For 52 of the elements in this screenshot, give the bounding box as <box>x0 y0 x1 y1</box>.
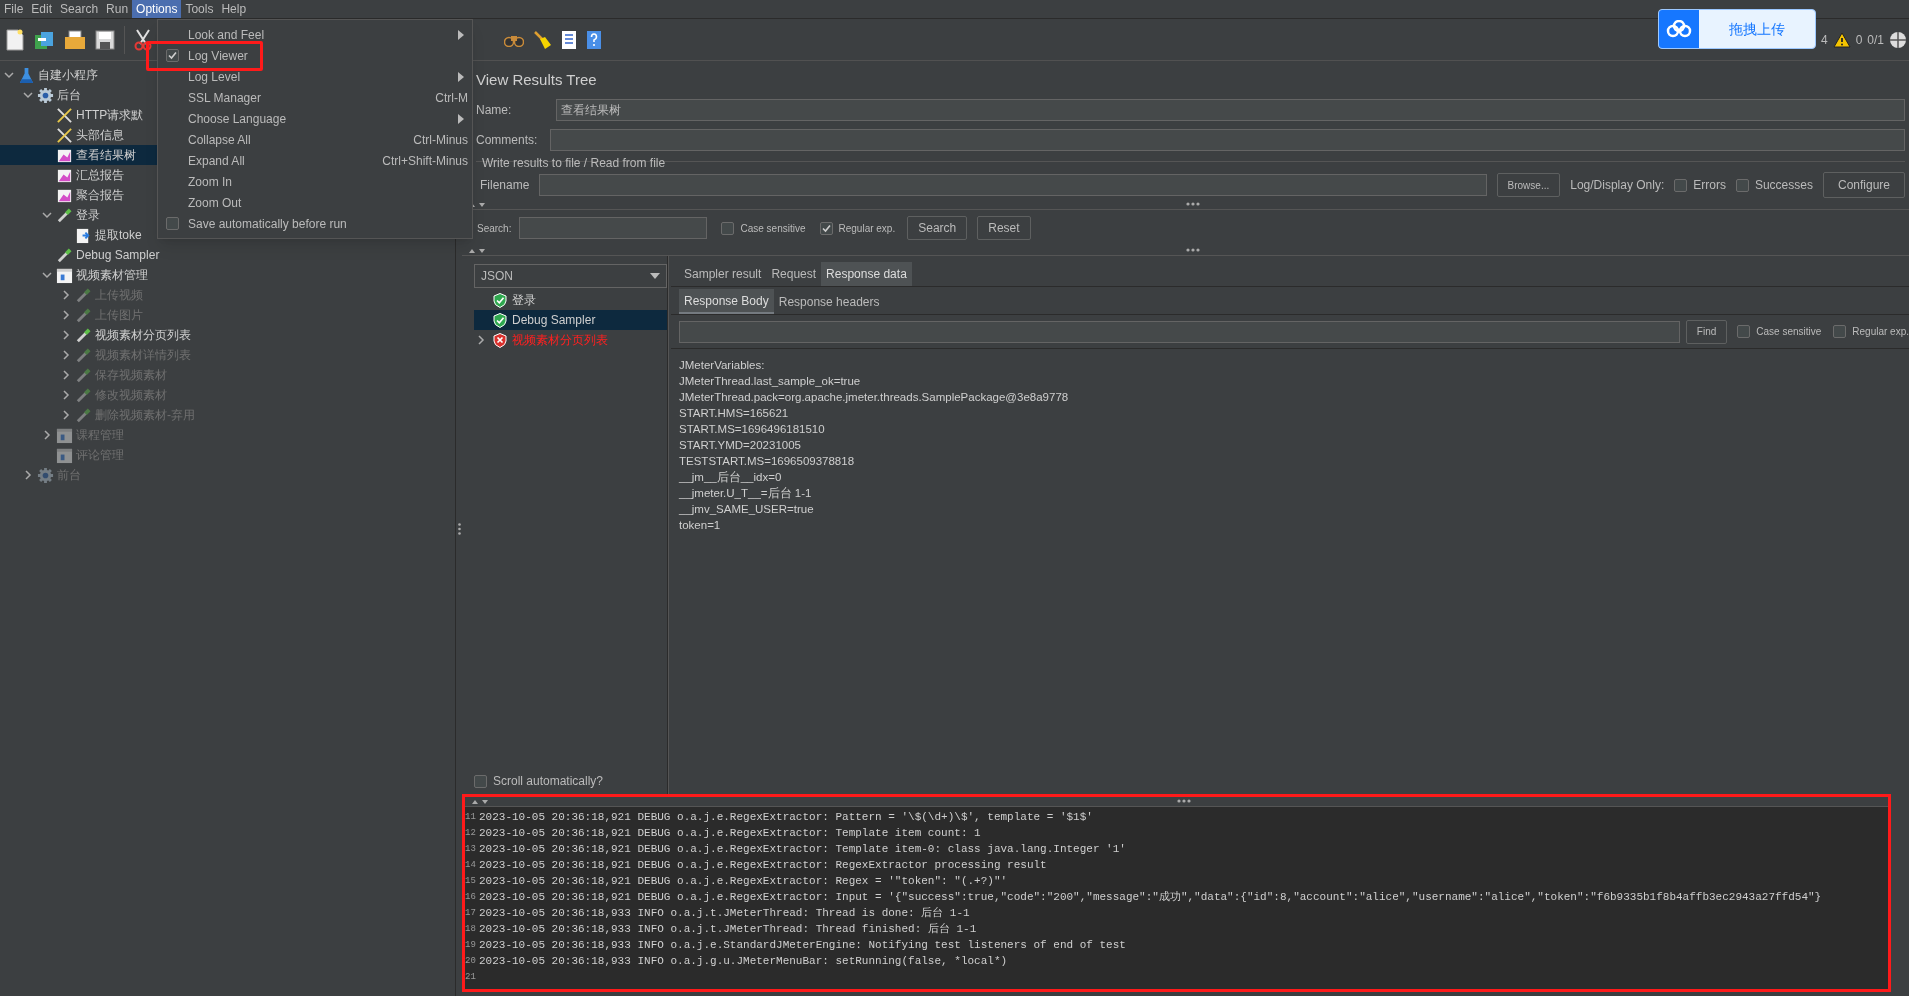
checkbox-label: Case sensitive <box>1756 325 1822 339</box>
response-line: TESTSTART.MS=1696509378818 <box>679 454 856 469</box>
thread-count: 0/1 <box>1867 31 1884 49</box>
shortcut-label: Ctrl-M <box>435 89 468 107</box>
line-number: 15 <box>465 875 477 888</box>
line-number: 20 <box>465 955 477 968</box>
field-label: Comments: <box>476 132 539 149</box>
response-line: START.YMD=20231005 <box>679 438 802 453</box>
field-label: Name: <box>476 102 513 119</box>
field-label: Filename <box>480 177 530 194</box>
response-line: JMeterThread.last_sample_ok=true <box>679 374 862 389</box>
response-line: START.HMS=165621 <box>679 406 790 421</box>
field-label: Log/Display Only: <box>1570 177 1665 194</box>
shortcut-label: Ctrl-Minus <box>413 131 468 149</box>
response-line: token=1 <box>679 518 722 533</box>
log-line: 2023-10-05 20:36:18,933 INFO o.a.j.t.JMeterThread: Thread is done: 后台 1-1 <box>479 906 970 921</box>
panel-title: View Results Tree <box>476 69 598 90</box>
response-line: START.MS=1696496181510 <box>679 422 826 437</box>
log-line: 2023-10-05 20:36:18,921 DEBUG o.a.j.e.RegexExtractor: Template item-0: class java.lang.Integer '1' <box>479 842 1126 857</box>
checkbox-label: Successes <box>1754 177 1813 194</box>
field-label: Search: <box>477 221 512 236</box>
response-line: __jm__后台__idx=0 <box>679 470 783 485</box>
line-number: 16 <box>465 891 477 904</box>
log-line: 2023-10-05 20:36:18,921 DEBUG o.a.j.e.RegexExtractor: Template item count: 1 <box>479 826 981 841</box>
log-line: 2023-10-05 20:36:18,921 DEBUG o.a.j.e.RegexExtractor: Regex = '"token": "(.+?)"' <box>479 874 1008 889</box>
response-line: __jmv_SAME_USER=true <box>679 502 815 517</box>
log-line: 2023-10-05 20:36:18,921 DEBUG o.a.j.e.RegexExtractor: RegexExtractor processing result <box>479 858 1047 873</box>
line-number: 17 <box>465 907 477 920</box>
line-number: 21 <box>465 971 477 984</box>
response-line: JMeterVariables: <box>679 358 766 373</box>
line-number: 13 <box>465 843 477 856</box>
shortcut-label: Ctrl+Shift-Minus <box>382 152 468 170</box>
log-line: 2023-10-05 20:36:18,933 INFO o.a.j.t.JMeterThread: Thread finished: 后台 1-1 <box>479 922 977 937</box>
line-number: 11 <box>465 811 477 824</box>
checkbox-label: Errors <box>1693 177 1726 194</box>
response-line: JMeterThread.pack=org.apache.jmeter.threads.SamplePackage@3e8a9778 <box>679 390 1070 405</box>
line-number: 14 <box>465 859 477 872</box>
line-number: 12 <box>465 827 477 840</box>
warning-count: 0 <box>1855 31 1863 49</box>
section-title: Write results to file / Read from file <box>481 155 667 170</box>
response-line: __jmeter.U_T__=后台 1-1 <box>679 486 813 501</box>
log-line: 2023-10-05 20:36:18,921 DEBUG o.a.j.e.RegexExtractor: Pattern = '\$(\d+)\$', template = '$1$' <box>479 810 1093 825</box>
checkbox-label: Regular exp. <box>838 221 896 236</box>
error-count: 4 <box>1820 31 1828 49</box>
checkbox-label: Case sensitive <box>740 221 806 236</box>
log-line: 2023-10-05 20:36:18,921 DEBUG o.a.j.e.RegexExtractor: Input = '{"success":true,"code":"200","message":"成功","data":{"id":8,"account":"alice","username":"alice","token":"f6b9335b1f8b4affb3ec2943a27ffd54"} <box>479 890 1822 905</box>
checkbox-label: Scroll automatically? <box>493 773 604 790</box>
line-number: 19 <box>465 939 477 952</box>
log-line: 2023-10-05 20:36:18,933 INFO o.a.j.e.StandardJMeterEngine: Notifying test listeners of end of test <box>479 938 1126 953</box>
line-number: 18 <box>465 923 477 936</box>
checkbox-label: Regular exp. <box>1852 325 1909 339</box>
log-line: 2023-10-05 20:36:18,933 INFO o.a.j.g.u.JMeterMenuBar: setRunning(false, *local*) <box>479 954 1008 969</box>
